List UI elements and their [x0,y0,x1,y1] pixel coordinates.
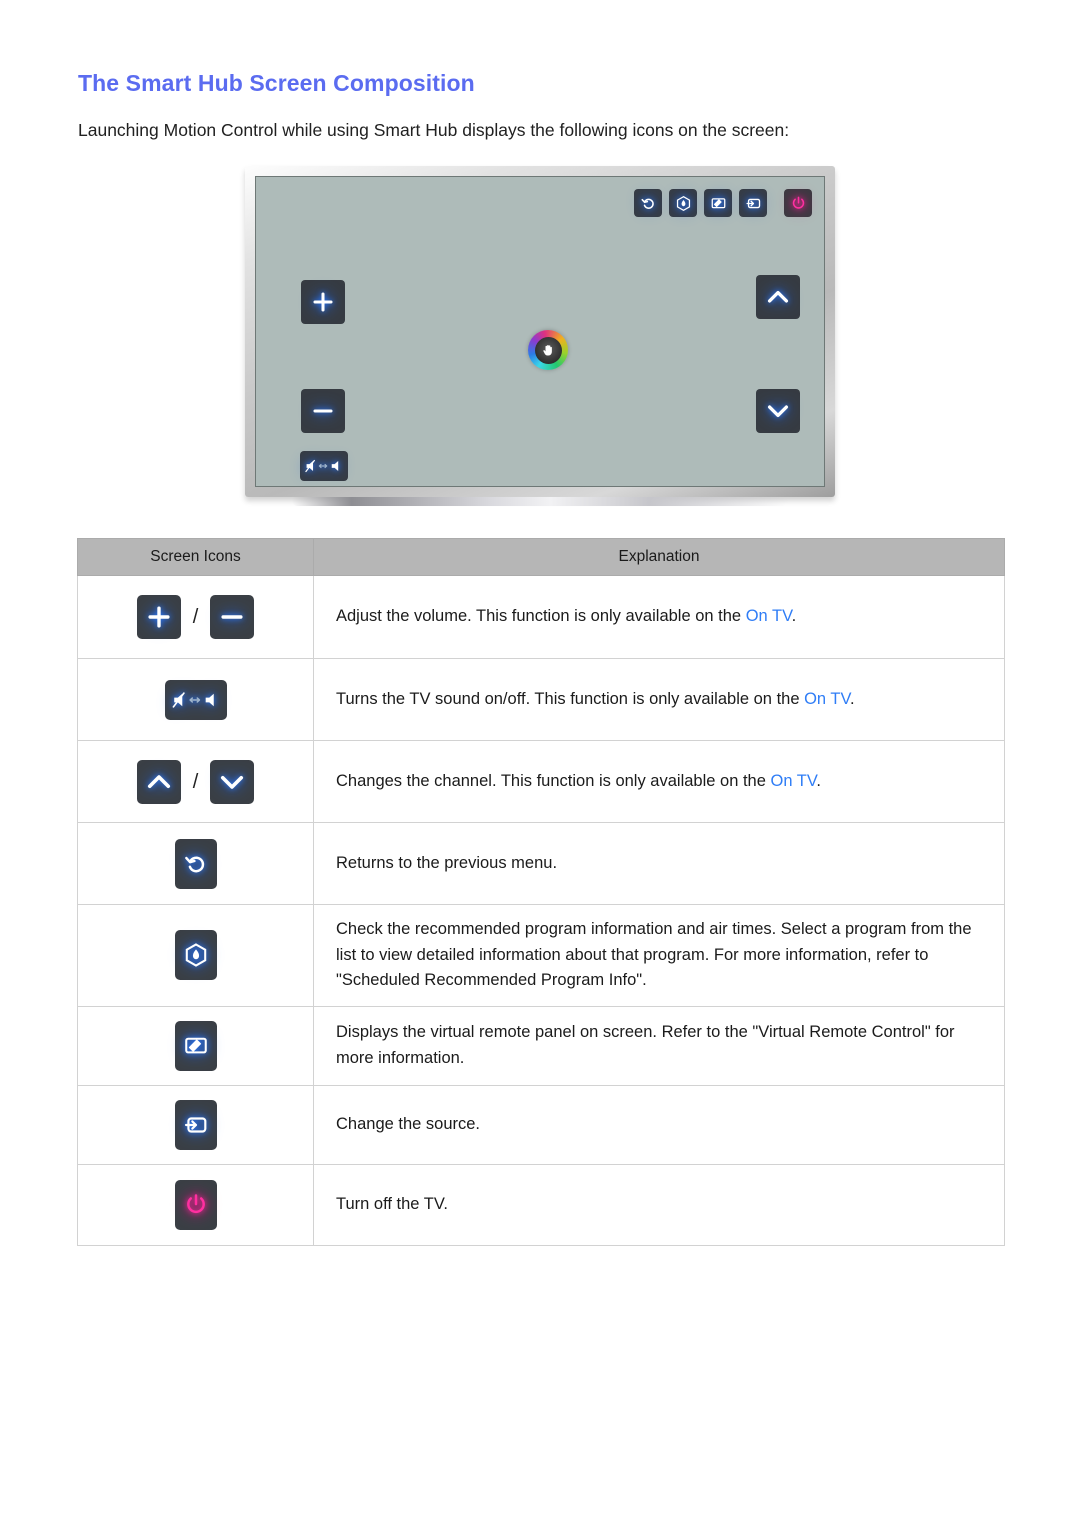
row-icons-cell [77,1163,314,1246]
row-explanation-cell: Turns the TV sound on/off. This function… [313,658,1005,741]
document-page: The Smart Hub Screen Composition Launchi… [0,0,1080,1527]
table-header-row: Screen Icons Explanation [77,538,1005,576]
icon-pair [78,1179,313,1230]
icon-pair: / [78,759,313,804]
explanation-text: Displays the virtual remote panel on scr… [336,1023,955,1067]
column-header-screen-icons: Screen Icons [77,538,314,576]
channel-up-icon[interactable] [136,759,181,804]
row-icons-cell: / [77,575,314,659]
tv-top-icon-row [634,189,812,217]
table-row: Change the source. [77,1084,1005,1165]
channel-up-icon[interactable] [756,275,800,319]
on-tv-link[interactable]: On TV [746,607,792,625]
on-tv-link[interactable]: On TV [804,690,850,708]
icon-pair: / [78,595,313,639]
icon-separator: / [192,770,199,793]
icon-separator: / [192,606,199,628]
explanation-text: Change the source. [336,1114,481,1133]
tv-bezel [245,166,835,506]
cursor-core [534,336,562,364]
virtual-remote-icon[interactable] [704,189,732,217]
row-icons-cell [77,658,314,741]
explanation-text-tail: . [816,771,821,790]
mute-toggle-icon[interactable] [164,679,227,720]
table-row: Turn off the TV. [77,1163,1005,1246]
row-icons-cell: / [77,740,314,823]
volume-up-icon[interactable] [136,595,181,639]
power-icon[interactable] [174,1179,217,1230]
return-icon[interactable] [634,189,662,217]
row-explanation-cell: Returns to the previous menu. [313,822,1005,905]
row-icons-cell [77,904,314,1007]
column-header-explanation: Explanation [313,538,1005,576]
virtual-remote-icon[interactable] [174,1020,217,1071]
row-icons-cell [77,1084,314,1165]
channel-down-icon[interactable] [210,759,255,804]
source-icon[interactable] [739,189,767,217]
motion-control-hand-cursor-icon[interactable] [528,330,568,370]
page-intro-text: Launching Motion Control while using Sma… [78,120,790,140]
volume-down-icon[interactable] [210,595,255,639]
explanation-text-tail: . [849,689,855,708]
source-icon[interactable] [174,1099,217,1150]
table-row: Displays the virtual remote panel on scr… [77,1005,1005,1086]
tv-screen [255,176,825,487]
row-icons-cell [77,822,314,905]
screen-icons-table: Screen Icons Explanation / Adjust the vo… [77,538,1005,1246]
row-explanation-cell: Turn off the TV. [313,1163,1005,1246]
volume-down-icon[interactable] [301,389,345,433]
explanation-text: Returns to the previous menu. [336,853,558,872]
explanation-text: Changes the channel. This function is on… [336,771,771,790]
mute-toggle-icon[interactable] [300,451,348,481]
table-row: / Changes the channel. This function is … [77,740,1005,823]
row-explanation-cell: Displays the virtual remote panel on scr… [313,1005,1005,1086]
tv-illustration [245,166,835,511]
icon-pair [78,679,313,720]
power-icon[interactable] [784,189,812,217]
on-tv-link[interactable]: On TV [770,772,816,790]
channel-down-icon[interactable] [756,389,800,433]
return-icon[interactable] [174,838,217,889]
explanation-text-tail: . [791,607,797,626]
table-row: Check the recommended program informatio… [77,904,1005,1007]
page-title: The Smart Hub Screen Composition [78,70,475,96]
row-explanation-cell: Adjust the volume. This function is only… [313,575,1005,659]
row-explanation-cell: Changes the channel. This function is on… [313,740,1005,823]
table-row: Returns to the previous menu. [77,822,1005,905]
icon-pair [78,1020,313,1071]
table-row: Turns the TV sound on/off. This function… [77,658,1005,741]
explanation-text: Adjust the volume. This function is only… [336,607,746,626]
row-explanation-cell: Change the source. [313,1084,1005,1165]
explanation-text: Check the recommended program informatio… [336,920,972,990]
recommendation-icon[interactable] [174,930,217,981]
explanation-text: Turn off the TV. [336,1194,448,1213]
recommendation-icon[interactable] [669,189,697,217]
explanation-text: Turns the TV sound on/off. This function… [336,689,805,708]
row-explanation-cell: Check the recommended program informatio… [313,904,1005,1007]
row-icons-cell [77,1005,314,1086]
table-row: / Adjust the volume. This function is on… [77,575,1005,659]
icon-pair [78,930,313,981]
icon-pair [78,838,313,889]
icon-pair [78,1099,313,1150]
volume-up-icon[interactable] [301,280,345,324]
